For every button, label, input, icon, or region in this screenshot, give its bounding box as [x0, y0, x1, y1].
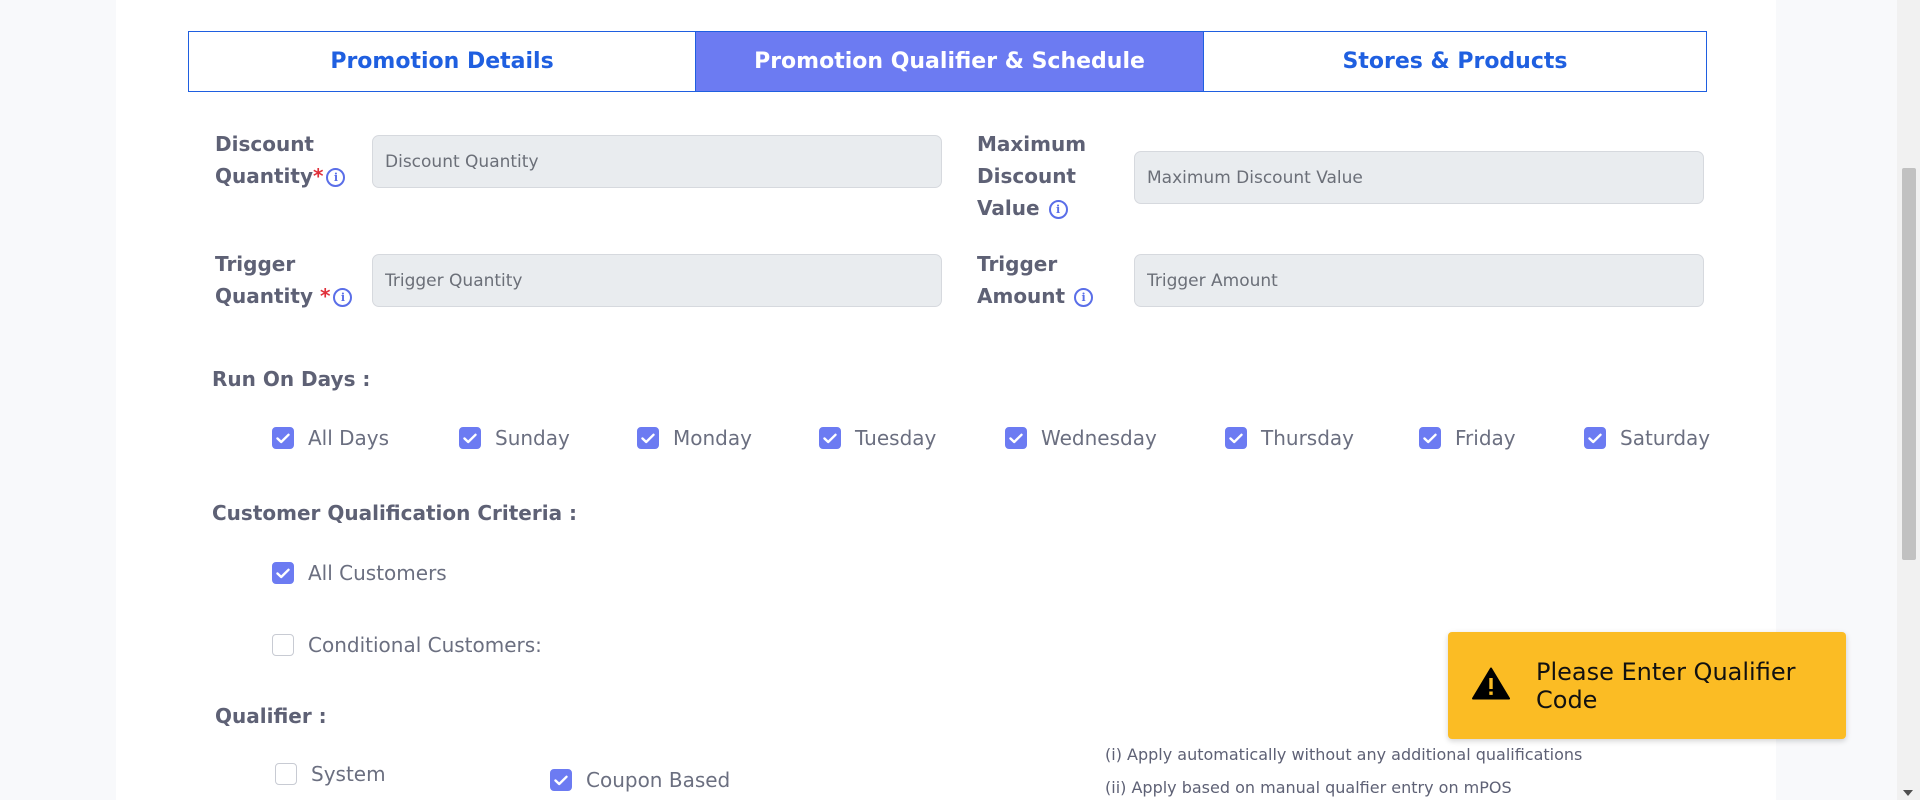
day-checkbox-thursday[interactable]: Thursday	[1225, 426, 1354, 450]
discount-quantity-label-line1: Discount	[215, 132, 314, 156]
info-icon[interactable]: i	[1074, 288, 1094, 307]
trigger-quantity-input[interactable]	[372, 254, 942, 307]
max-discount-value-input[interactable]	[1134, 151, 1704, 204]
tab-promotion-qualifier-schedule[interactable]: Promotion Qualifier & Schedule	[695, 32, 1203, 91]
warning-toast[interactable]: Please Enter Qualifier Code	[1448, 632, 1846, 739]
day-checkbox-tuesday[interactable]: Tuesday	[819, 426, 936, 450]
max-discount-value-label: Maximum Discount Value i	[977, 128, 1086, 224]
tab-bar: Promotion Details Promotion Qualifier & …	[188, 31, 1707, 92]
customer-criteria-title: Customer Qualification Criteria :	[212, 501, 578, 525]
max-discount-value-label-line3: Value	[977, 196, 1040, 220]
day-label: Thursday	[1261, 426, 1354, 450]
checkbox-checked-icon	[819, 427, 841, 449]
trigger-quantity-label-line2: Quantity	[215, 284, 313, 308]
info-icon[interactable]: i	[326, 168, 346, 187]
discount-quantity-label: Discount Quantity* i	[215, 128, 346, 192]
scroll-down-arrow-icon[interactable]	[1903, 790, 1913, 796]
coupon-based-checkbox[interactable]: Coupon Based	[550, 768, 730, 792]
conditional-customers-checkbox[interactable]: Conditional Customers:	[272, 633, 542, 657]
day-checkbox-sunday[interactable]: Sunday	[459, 426, 570, 450]
checkbox-checked-icon	[459, 427, 481, 449]
trigger-quantity-label-line1: Trigger	[215, 252, 296, 276]
day-checkbox-saturday[interactable]: Saturday	[1584, 426, 1710, 450]
day-label: All Days	[308, 426, 390, 450]
option-label: All Customers	[308, 561, 447, 585]
day-checkbox-monday[interactable]: Monday	[637, 426, 752, 450]
max-discount-value-label-line1: Maximum	[977, 132, 1087, 156]
trigger-amount-input[interactable]	[1134, 254, 1704, 307]
discount-quantity-input[interactable]	[372, 135, 942, 188]
checkbox-unchecked-icon	[275, 763, 297, 785]
system-checkbox[interactable]: System	[275, 762, 386, 786]
checkbox-checked-icon	[1584, 427, 1606, 449]
discount-quantity-label-line2: Quantity	[215, 164, 313, 188]
info-icon[interactable]: i	[333, 288, 353, 307]
option-label: System	[311, 762, 386, 786]
qualifier-title: Qualifier :	[215, 704, 327, 728]
info-icon[interactable]: i	[1048, 200, 1068, 219]
day-label: Friday	[1455, 426, 1516, 450]
checkbox-checked-icon	[637, 427, 659, 449]
checkbox-checked-icon	[1419, 427, 1441, 449]
run-on-days-title: Run On Days :	[212, 367, 371, 391]
scrollbar-thumb[interactable]	[1902, 168, 1916, 560]
option-label: Conditional Customers:	[308, 633, 542, 657]
checkbox-unchecked-icon	[272, 634, 294, 656]
day-checkbox-friday[interactable]: Friday	[1419, 426, 1516, 450]
toast-message: Please Enter Qualifier Code	[1536, 657, 1796, 714]
all-customers-checkbox[interactable]: All Customers	[272, 561, 447, 585]
day-label: Wednesday	[1041, 426, 1157, 450]
checkbox-checked-icon	[550, 769, 572, 791]
required-asterisk: *	[319, 284, 331, 308]
trigger-amount-label-line2: Amount	[977, 284, 1066, 308]
day-label: Saturday	[1620, 426, 1711, 450]
tab-promotion-details[interactable]: Promotion Details	[189, 32, 695, 91]
qualifier-note-system: (i) Apply automatically without any addi…	[1105, 745, 1583, 764]
day-checkbox-wednesday[interactable]: Wednesday	[1005, 426, 1157, 450]
warning-icon	[1472, 667, 1510, 704]
checkbox-checked-icon	[1225, 427, 1247, 449]
day-label: Sunday	[495, 426, 570, 450]
checkbox-checked-icon	[1005, 427, 1027, 449]
option-label: Coupon Based	[586, 768, 731, 792]
required-asterisk: *	[313, 164, 324, 188]
checkbox-checked-icon	[272, 427, 294, 449]
day-label: Monday	[673, 426, 752, 450]
day-checkbox-all-days[interactable]: All Days	[272, 426, 389, 450]
page-scrollbar[interactable]	[1897, 0, 1920, 800]
checkbox-checked-icon	[272, 562, 294, 584]
max-discount-value-label-line2: Discount	[977, 164, 1076, 188]
trigger-amount-label-line1: Trigger	[977, 252, 1058, 276]
tab-stores-products[interactable]: Stores & Products	[1203, 32, 1706, 91]
trigger-quantity-label: Trigger Quantity * i	[215, 248, 353, 312]
qualifier-note-coupon: (ii) Apply based on manual qualfier entr…	[1105, 778, 1512, 797]
trigger-amount-label: Trigger Amount i	[977, 248, 1094, 312]
day-label: Tuesday	[855, 426, 937, 450]
